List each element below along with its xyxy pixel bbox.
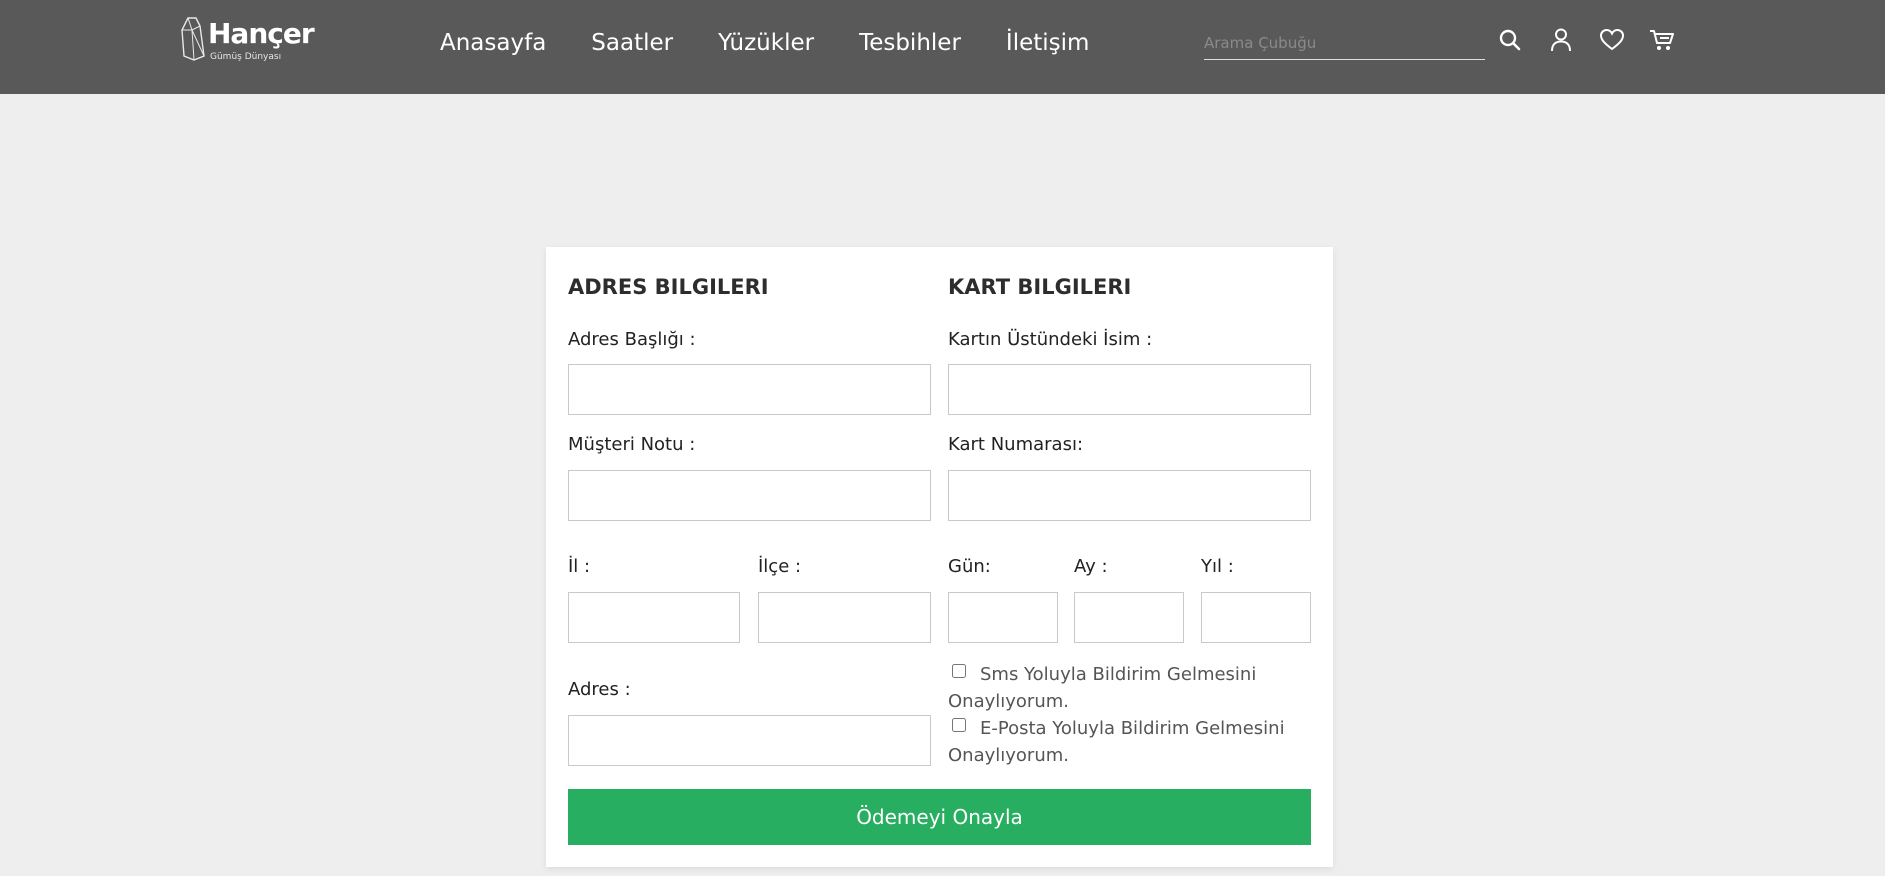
nav-link-yuzukler[interactable]: Yüzükler xyxy=(718,26,814,60)
customer-note-input[interactable] xyxy=(568,470,931,521)
brand-logo[interactable]: Hançer Gümüş Dünyası xyxy=(180,14,320,64)
cart-icon[interactable] xyxy=(1648,26,1676,54)
user-icon[interactable] xyxy=(1547,26,1575,54)
search-bar xyxy=(1204,28,1485,60)
card-section-title: KART BILGILERI xyxy=(948,275,1132,299)
search-input[interactable] xyxy=(1204,28,1485,58)
year-label: Yıl : xyxy=(1201,556,1234,577)
district-label: İlçe : xyxy=(758,556,802,577)
gem-logo-icon xyxy=(181,17,205,61)
card-name-input[interactable] xyxy=(948,364,1311,415)
email-consent-row: E-Posta Yoluyla Bildirim Gelmesini Onayl… xyxy=(948,715,1318,769)
day-input[interactable] xyxy=(948,592,1058,643)
card-number-label: Kart Numarası: xyxy=(948,434,1084,455)
district-input[interactable] xyxy=(758,592,931,643)
day-label: Gün: xyxy=(948,556,991,577)
logo-title: Hançer xyxy=(208,17,315,50)
sms-consent-row: Sms Yoluyla Bildirim Gelmesini Onaylıyor… xyxy=(948,661,1318,715)
nav-link-tesbihler[interactable]: Tesbihler xyxy=(859,26,961,60)
month-label: Ay : xyxy=(1074,556,1108,577)
city-label: İl : xyxy=(568,556,591,577)
address-input[interactable] xyxy=(568,715,931,766)
address-title-label: Adres Başlığı : xyxy=(568,329,696,350)
card-name-label: Kartın Üstündeki İsim : xyxy=(948,329,1153,350)
confirm-payment-button[interactable]: Ödemeyi Onayla xyxy=(568,789,1311,845)
month-input[interactable] xyxy=(1074,592,1184,643)
year-input[interactable] xyxy=(1201,592,1311,643)
address-label: Adres : xyxy=(568,679,631,700)
checkout-form: ADRES BILGILERI Adres Başlığı : Müşteri … xyxy=(546,247,1333,867)
top-navbar: Hançer Gümüş Dünyası Anasayfa Saatler Yü… xyxy=(0,0,1885,94)
address-title-input[interactable] xyxy=(568,364,931,415)
sms-consent-label: Sms Yoluyla Bildirim Gelmesini Onaylıyor… xyxy=(948,664,1257,712)
search-icon[interactable] xyxy=(1496,26,1524,54)
customer-note-label: Müşteri Notu : xyxy=(568,434,696,455)
sms-consent-checkbox[interactable] xyxy=(952,664,966,678)
nav-link-anasayfa[interactable]: Anasayfa xyxy=(440,26,546,60)
email-consent-checkbox[interactable] xyxy=(952,718,966,732)
logo-subtitle: Gümüş Dünyası xyxy=(210,52,282,62)
nav-link-saatler[interactable]: Saatler xyxy=(591,26,673,60)
address-section-title: ADRES BILGILERI xyxy=(568,275,769,299)
email-consent-label: E-Posta Yoluyla Bildirim Gelmesini Onayl… xyxy=(948,718,1285,766)
heart-icon[interactable] xyxy=(1598,26,1626,54)
city-input[interactable] xyxy=(568,592,740,643)
card-number-input[interactable] xyxy=(948,470,1311,521)
main-nav: Anasayfa Saatler Yüzükler Tesbihler İlet… xyxy=(440,26,1134,60)
nav-link-iletisim[interactable]: İletişim xyxy=(1006,26,1090,60)
